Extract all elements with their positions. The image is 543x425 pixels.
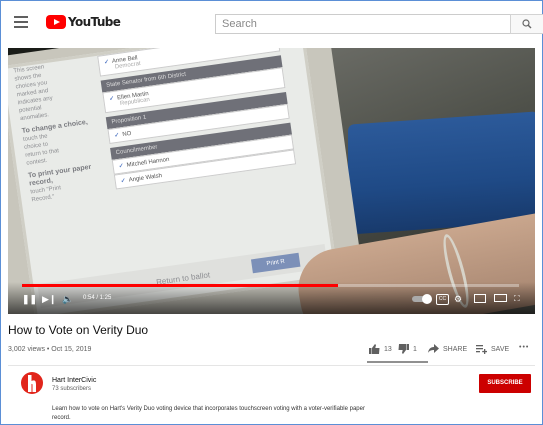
screen-instructions: This screen shows the choices you marked an… [13, 58, 104, 205]
more-actions-button[interactable]: ••• [519, 344, 529, 351]
dislike-count: 1 [413, 345, 417, 353]
captions-button[interactable]: CC [436, 294, 449, 305]
youtube-logo[interactable]: YouTube [46, 14, 121, 30]
progress-fill [22, 284, 338, 287]
video-title: How to Vote on Verity Duo [8, 323, 149, 337]
search-icon [522, 19, 532, 29]
save-label: SAVE [491, 345, 510, 353]
progress-bar[interactable] [22, 284, 519, 287]
share-label: SHARE [443, 345, 468, 353]
share-button[interactable]: SHARE [428, 344, 467, 354]
theater-mode-icon[interactable] [494, 294, 507, 302]
subscriber-count: 73 subscribers [52, 386, 92, 392]
checkmark-icon: ✓ [103, 59, 110, 66]
fullscreen-icon[interactable]: ⛶ [514, 294, 520, 304]
thumbs-down-icon [398, 344, 409, 354]
next-icon[interactable]: ▶❙ [42, 294, 56, 305]
subscribe-button[interactable]: SUBSCRIBE [479, 374, 531, 393]
checkmark-icon: ✓ [108, 95, 115, 103]
video-player[interactable]: This screen shows the choices you marked an… [8, 48, 535, 314]
save-playlist-icon [476, 345, 487, 354]
save-button[interactable]: SAVE [476, 344, 509, 354]
like-count: 13 [384, 345, 392, 353]
share-icon [428, 344, 439, 353]
checkmark-icon: ✓ [118, 163, 125, 170]
checkmark-icon: ✓ [114, 132, 120, 140]
search-input[interactable]: Search [215, 14, 511, 34]
top-bar: YouTube Search [8, 9, 543, 39]
video-description: Learn how to vote on Hart's Verity Duo v… [52, 406, 365, 421]
search-button[interactable] [510, 14, 543, 34]
thumbs-up-icon [369, 344, 380, 354]
time-display: 0:54 / 1:25 [83, 295, 112, 301]
volume-icon[interactable]: 🔈 [62, 294, 73, 305]
autoplay-toggle[interactable] [412, 294, 432, 304]
ballot-summary: ✓ Anne Bell Democrat State Senator from 6th… [97, 48, 297, 190]
sentiment-bar [367, 361, 428, 363]
choice-label: NO [122, 130, 132, 139]
player-controls: ❚❚ ▶❙ 🔈 0:54 / 1:25 CC ⚙ ⛶ [8, 282, 535, 314]
channel-avatar[interactable] [21, 372, 43, 394]
youtube-play-icon [46, 15, 66, 29]
settings-gear-icon[interactable]: ⚙ [454, 294, 462, 305]
divider [8, 365, 535, 366]
logo-text: YouTube [68, 15, 121, 29]
hart-logo-icon [28, 375, 36, 392]
device-screen: This screen shows the choices you marked an… [8, 48, 339, 314]
print-record-button: Print R [250, 252, 301, 274]
channel-name[interactable]: Hart InterCivic [52, 377, 96, 384]
hamburger-menu-icon[interactable] [14, 16, 28, 28]
like-button[interactable]: 13 [369, 344, 392, 354]
checkmark-icon: ✓ [120, 178, 127, 185]
choice-label: Angie Walsh [128, 173, 163, 184]
pause-icon[interactable]: ❚❚ [22, 294, 37, 305]
miniplayer-icon[interactable] [474, 294, 486, 303]
video-stats: 3,002 views • Oct 15, 2019 [8, 346, 92, 353]
ballot-box-panel [348, 111, 535, 235]
dislike-button[interactable]: 1 [398, 344, 417, 354]
